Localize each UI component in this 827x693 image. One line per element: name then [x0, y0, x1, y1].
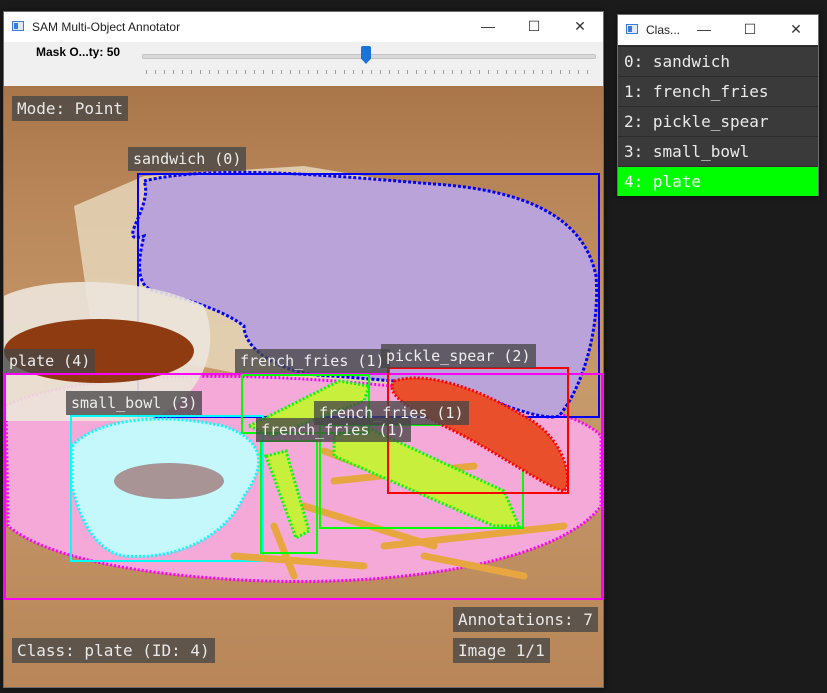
classes-window: Clas... — ☐ ✕ 0: sandwich 1: french_frie… [617, 14, 819, 196]
class-list: 0: sandwich 1: french_fries 2: pickle_sp… [618, 47, 818, 197]
toolbar: Mask O...ty: 50 [4, 42, 603, 86]
label-pickle: pickle_spear (2) [381, 344, 536, 368]
title-bar[interactable]: SAM Multi-Object Annotator — ☐ ✕ [4, 12, 603, 42]
label-plate: plate (4) [4, 349, 96, 373]
close-button[interactable]: ✕ [774, 15, 818, 45]
label-fries-a: french_fries (1) [235, 349, 390, 373]
minimize-button[interactable]: — [682, 15, 726, 45]
maximize-button[interactable]: ☐ [728, 15, 772, 45]
label-sandwich: sandwich (0) [128, 147, 247, 171]
mode-indicator: Mode: Point [12, 96, 128, 121]
class-item-pickle-spear[interactable]: 2: pickle_spear [618, 107, 818, 136]
app-icon [626, 24, 638, 34]
app-icon [12, 21, 24, 31]
label-small-bowl: small_bowl (3) [66, 391, 203, 415]
image-canvas[interactable]: Mode: Point sandwich (0) plate (4) frenc… [4, 86, 603, 687]
annotation-layer [4, 166, 603, 600]
annotator-window: SAM Multi-Object Annotator — ☐ ✕ Mask O.… [3, 11, 604, 688]
classes-title-bar[interactable]: Clas... — ☐ ✕ [618, 15, 818, 45]
slider-thumb[interactable] [361, 46, 371, 64]
class-item-french-fries[interactable]: 1: french_fries [618, 77, 818, 106]
current-class-info: Class: plate (ID: 4) [12, 638, 215, 663]
slider-ticks [146, 70, 592, 74]
ketchup [114, 463, 224, 499]
label-fries-b: french_fries (1) [256, 418, 411, 442]
class-item-plate[interactable]: 4: plate [618, 167, 818, 196]
mask-opacity-label: Mask O...ty: 50 [36, 45, 121, 59]
class-item-small-bowl[interactable]: 3: small_bowl [618, 137, 818, 166]
maximize-button[interactable]: ☐ [511, 12, 557, 42]
class-item-sandwich[interactable]: 0: sandwich [618, 47, 818, 76]
window-title: SAM Multi-Object Annotator [32, 20, 181, 34]
annotation-count: Annotations: 7 [453, 607, 598, 632]
image-counter: Image 1/1 [453, 638, 550, 663]
minimize-button[interactable]: — [465, 12, 511, 42]
classes-window-title: Clas... [646, 23, 681, 37]
close-button[interactable]: ✕ [557, 12, 603, 42]
